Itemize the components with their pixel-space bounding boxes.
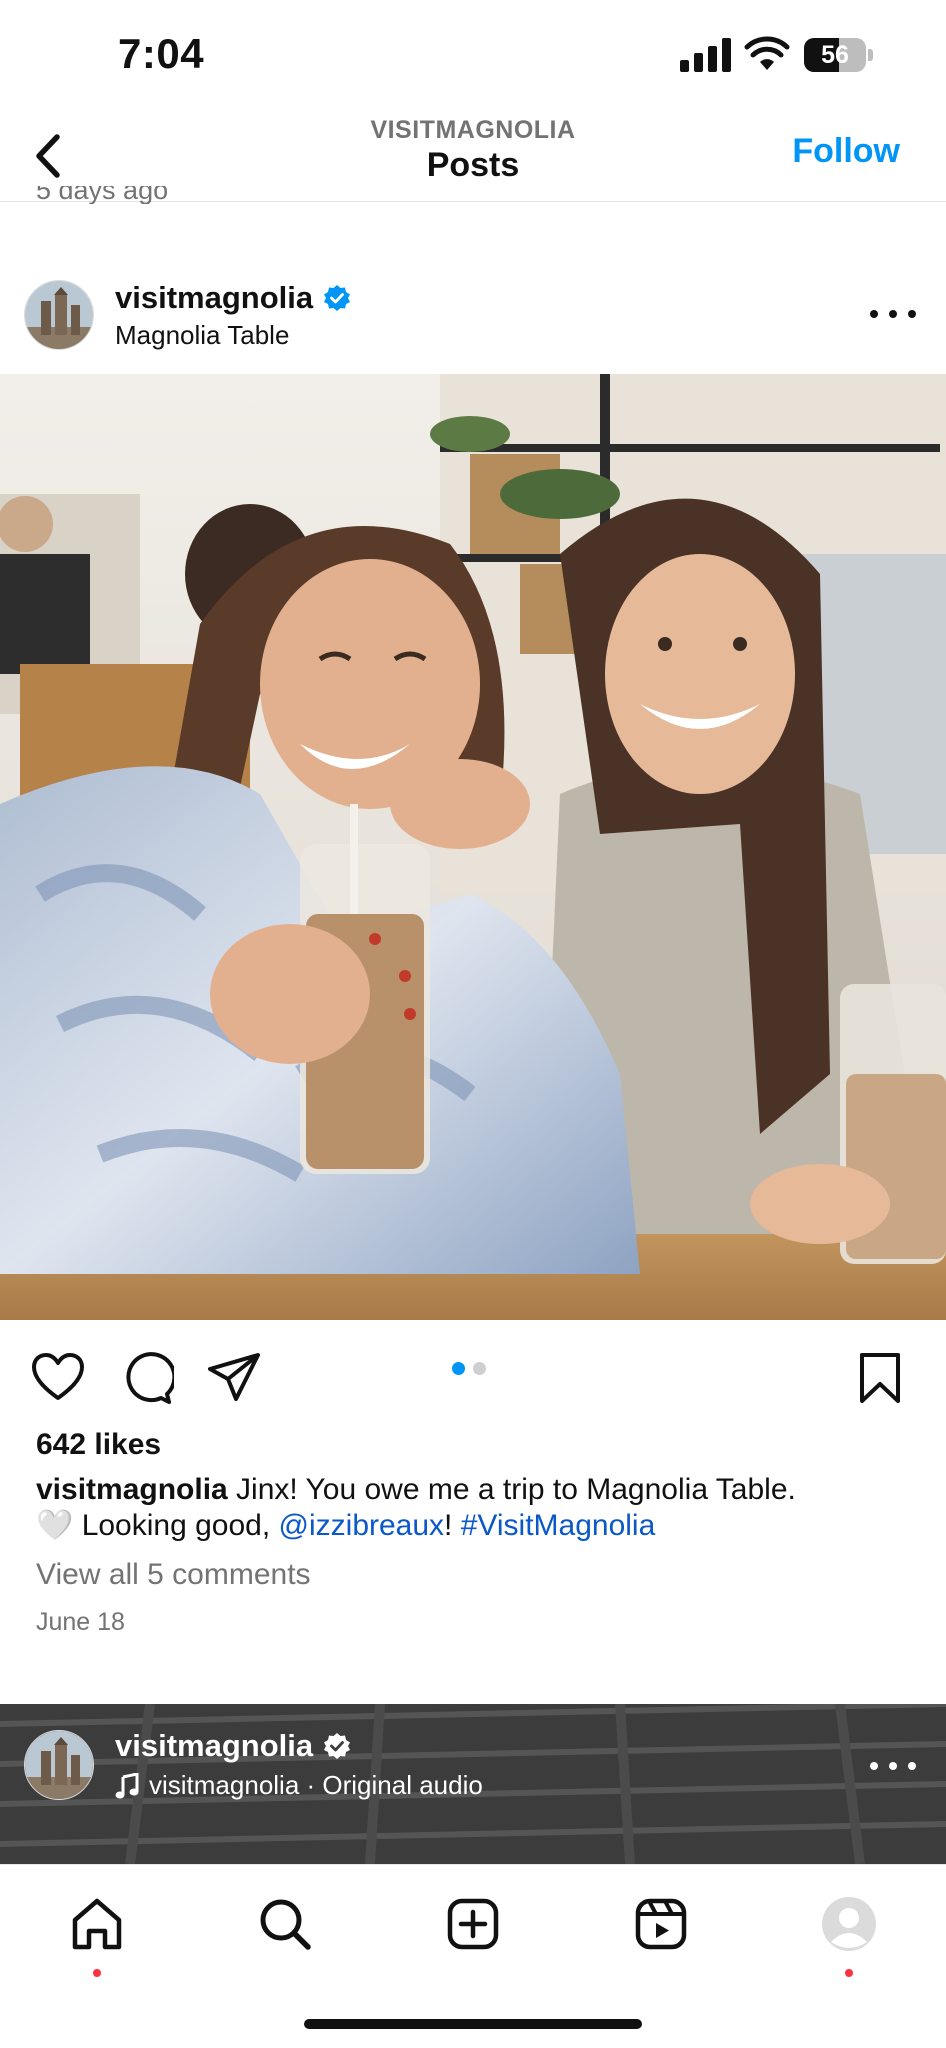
reels-icon xyxy=(635,1898,687,1950)
post-actions xyxy=(0,1320,946,1430)
next-post-preview[interactable]: visitmagnolia visitmagnolia · Original a… xyxy=(0,1704,946,1864)
tab-reels[interactable] xyxy=(626,1889,696,1959)
tab-search[interactable] xyxy=(250,1889,320,1959)
carousel-dot-active xyxy=(452,1362,465,1375)
comment-icon xyxy=(126,1352,177,1404)
comment-button[interactable] xyxy=(118,1350,177,1406)
battery-icon: 56 xyxy=(804,38,874,72)
caption-username[interactable]: visitmagnolia xyxy=(36,1473,228,1506)
carousel-dot xyxy=(473,1362,486,1375)
caption-text-2: 🤍 Looking good, xyxy=(36,1509,279,1542)
caption-text: Jinx! You owe me a trip to Magnolia Tabl… xyxy=(227,1473,796,1506)
bottom-tab-bar xyxy=(0,1864,946,2048)
follow-button[interactable]: Follow xyxy=(792,132,900,171)
save-button[interactable] xyxy=(852,1350,908,1406)
home-notification-dot xyxy=(93,1969,101,1977)
search-icon xyxy=(260,1899,311,1950)
audio-text: visitmagnolia · Original audio xyxy=(149,1770,483,1800)
status-bar: 7:04 56 xyxy=(0,0,946,110)
post-username[interactable]: visitmagnolia xyxy=(115,280,313,316)
post-location[interactable]: Magnolia Table xyxy=(115,320,289,351)
carousel-indicator xyxy=(452,1362,486,1375)
post-header: visitmagnolia Magnolia Table xyxy=(0,268,946,368)
tab-home[interactable] xyxy=(62,1889,132,1959)
post-image xyxy=(0,374,946,1320)
share-button[interactable] xyxy=(206,1350,262,1406)
verified-badge-icon xyxy=(324,1733,351,1759)
home-indicator xyxy=(304,2019,642,2029)
post-date: June 18 xyxy=(36,1608,125,1636)
avatar[interactable] xyxy=(24,280,94,350)
battery-percentage: 56 xyxy=(821,41,849,69)
plus-square-icon xyxy=(447,1898,499,1950)
audio-label[interactable]: visitmagnolia · Original audio xyxy=(115,1770,483,1801)
post-caption: visitmagnolia Jinx! You owe me a trip to… xyxy=(36,1472,916,1544)
music-note-icon xyxy=(115,1772,139,1798)
view-comments-link[interactable]: View all 5 comments xyxy=(36,1558,311,1592)
post-photo[interactable] xyxy=(0,374,946,1320)
more-options-button[interactable] xyxy=(870,304,916,324)
status-time: 7:04 xyxy=(118,30,205,77)
caption-mention[interactable]: @izzibreaux xyxy=(279,1509,445,1542)
profile-notification-dot xyxy=(845,1969,853,1977)
caption-hashtag[interactable]: #VisitMagnolia xyxy=(461,1509,656,1542)
caption-text-3: ! xyxy=(444,1509,461,1542)
next-post-avatar[interactable] xyxy=(24,1730,94,1800)
next-post-more-options-button[interactable] xyxy=(870,1756,916,1776)
bookmark-icon xyxy=(860,1353,900,1403)
tab-create[interactable] xyxy=(438,1889,508,1959)
verified-badge-icon xyxy=(324,285,351,311)
wifi-icon xyxy=(744,36,790,70)
tab-profile[interactable] xyxy=(814,1889,884,1959)
like-button[interactable] xyxy=(30,1350,86,1406)
home-icon xyxy=(72,1898,122,1950)
heart-icon xyxy=(32,1353,84,1400)
send-icon xyxy=(208,1353,260,1401)
signal-icon xyxy=(680,38,731,72)
profile-avatar-icon xyxy=(822,1897,876,1951)
next-post-username[interactable]: visitmagnolia xyxy=(115,1728,313,1764)
likes-count[interactable]: 642 likes xyxy=(36,1428,161,1462)
previous-post-timestamp: 5 days ago xyxy=(36,186,169,204)
